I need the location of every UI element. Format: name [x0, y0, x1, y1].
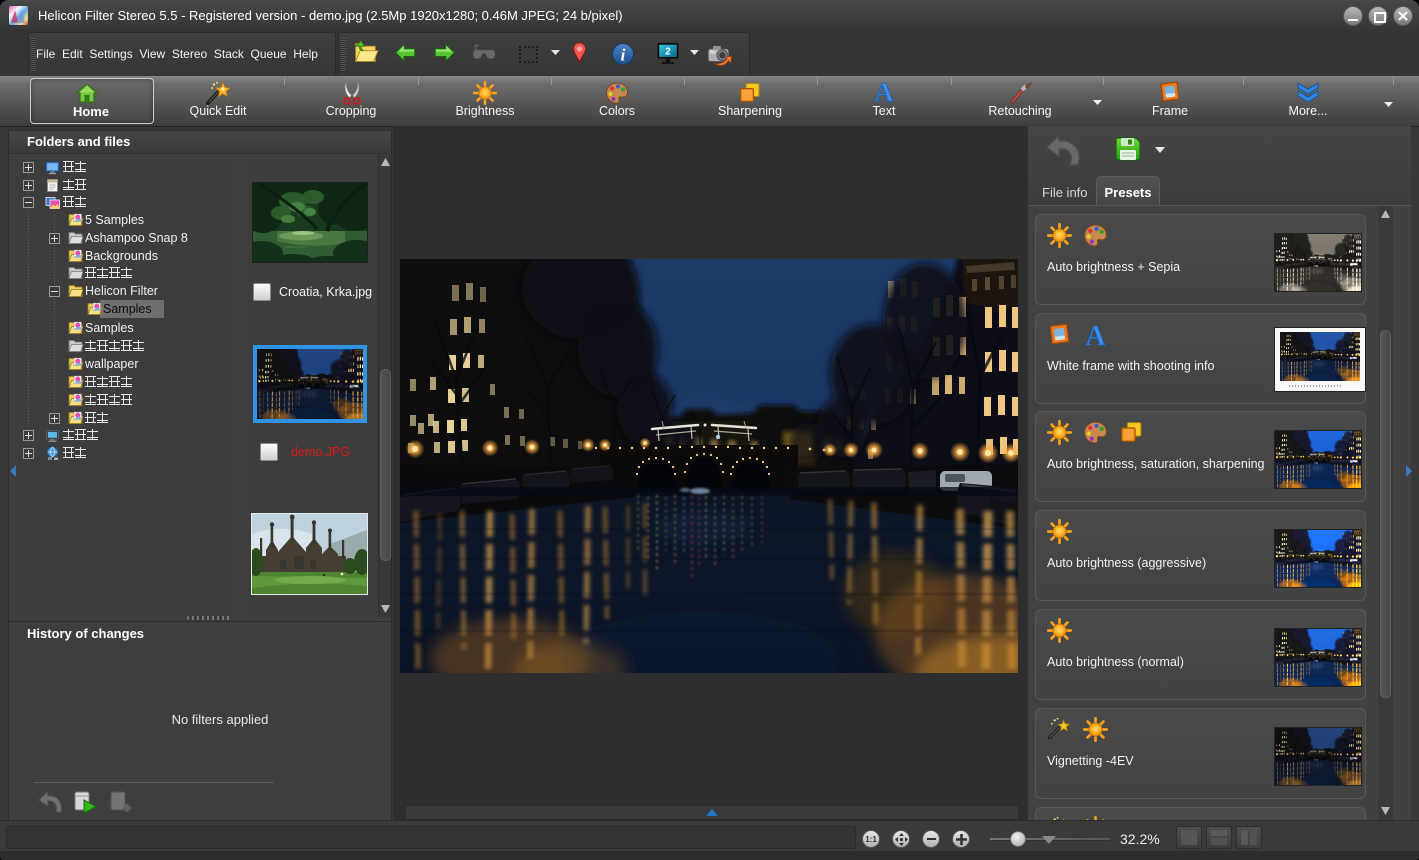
- svg-text:i: i: [621, 45, 626, 64]
- svg-text:2: 2: [665, 47, 671, 58]
